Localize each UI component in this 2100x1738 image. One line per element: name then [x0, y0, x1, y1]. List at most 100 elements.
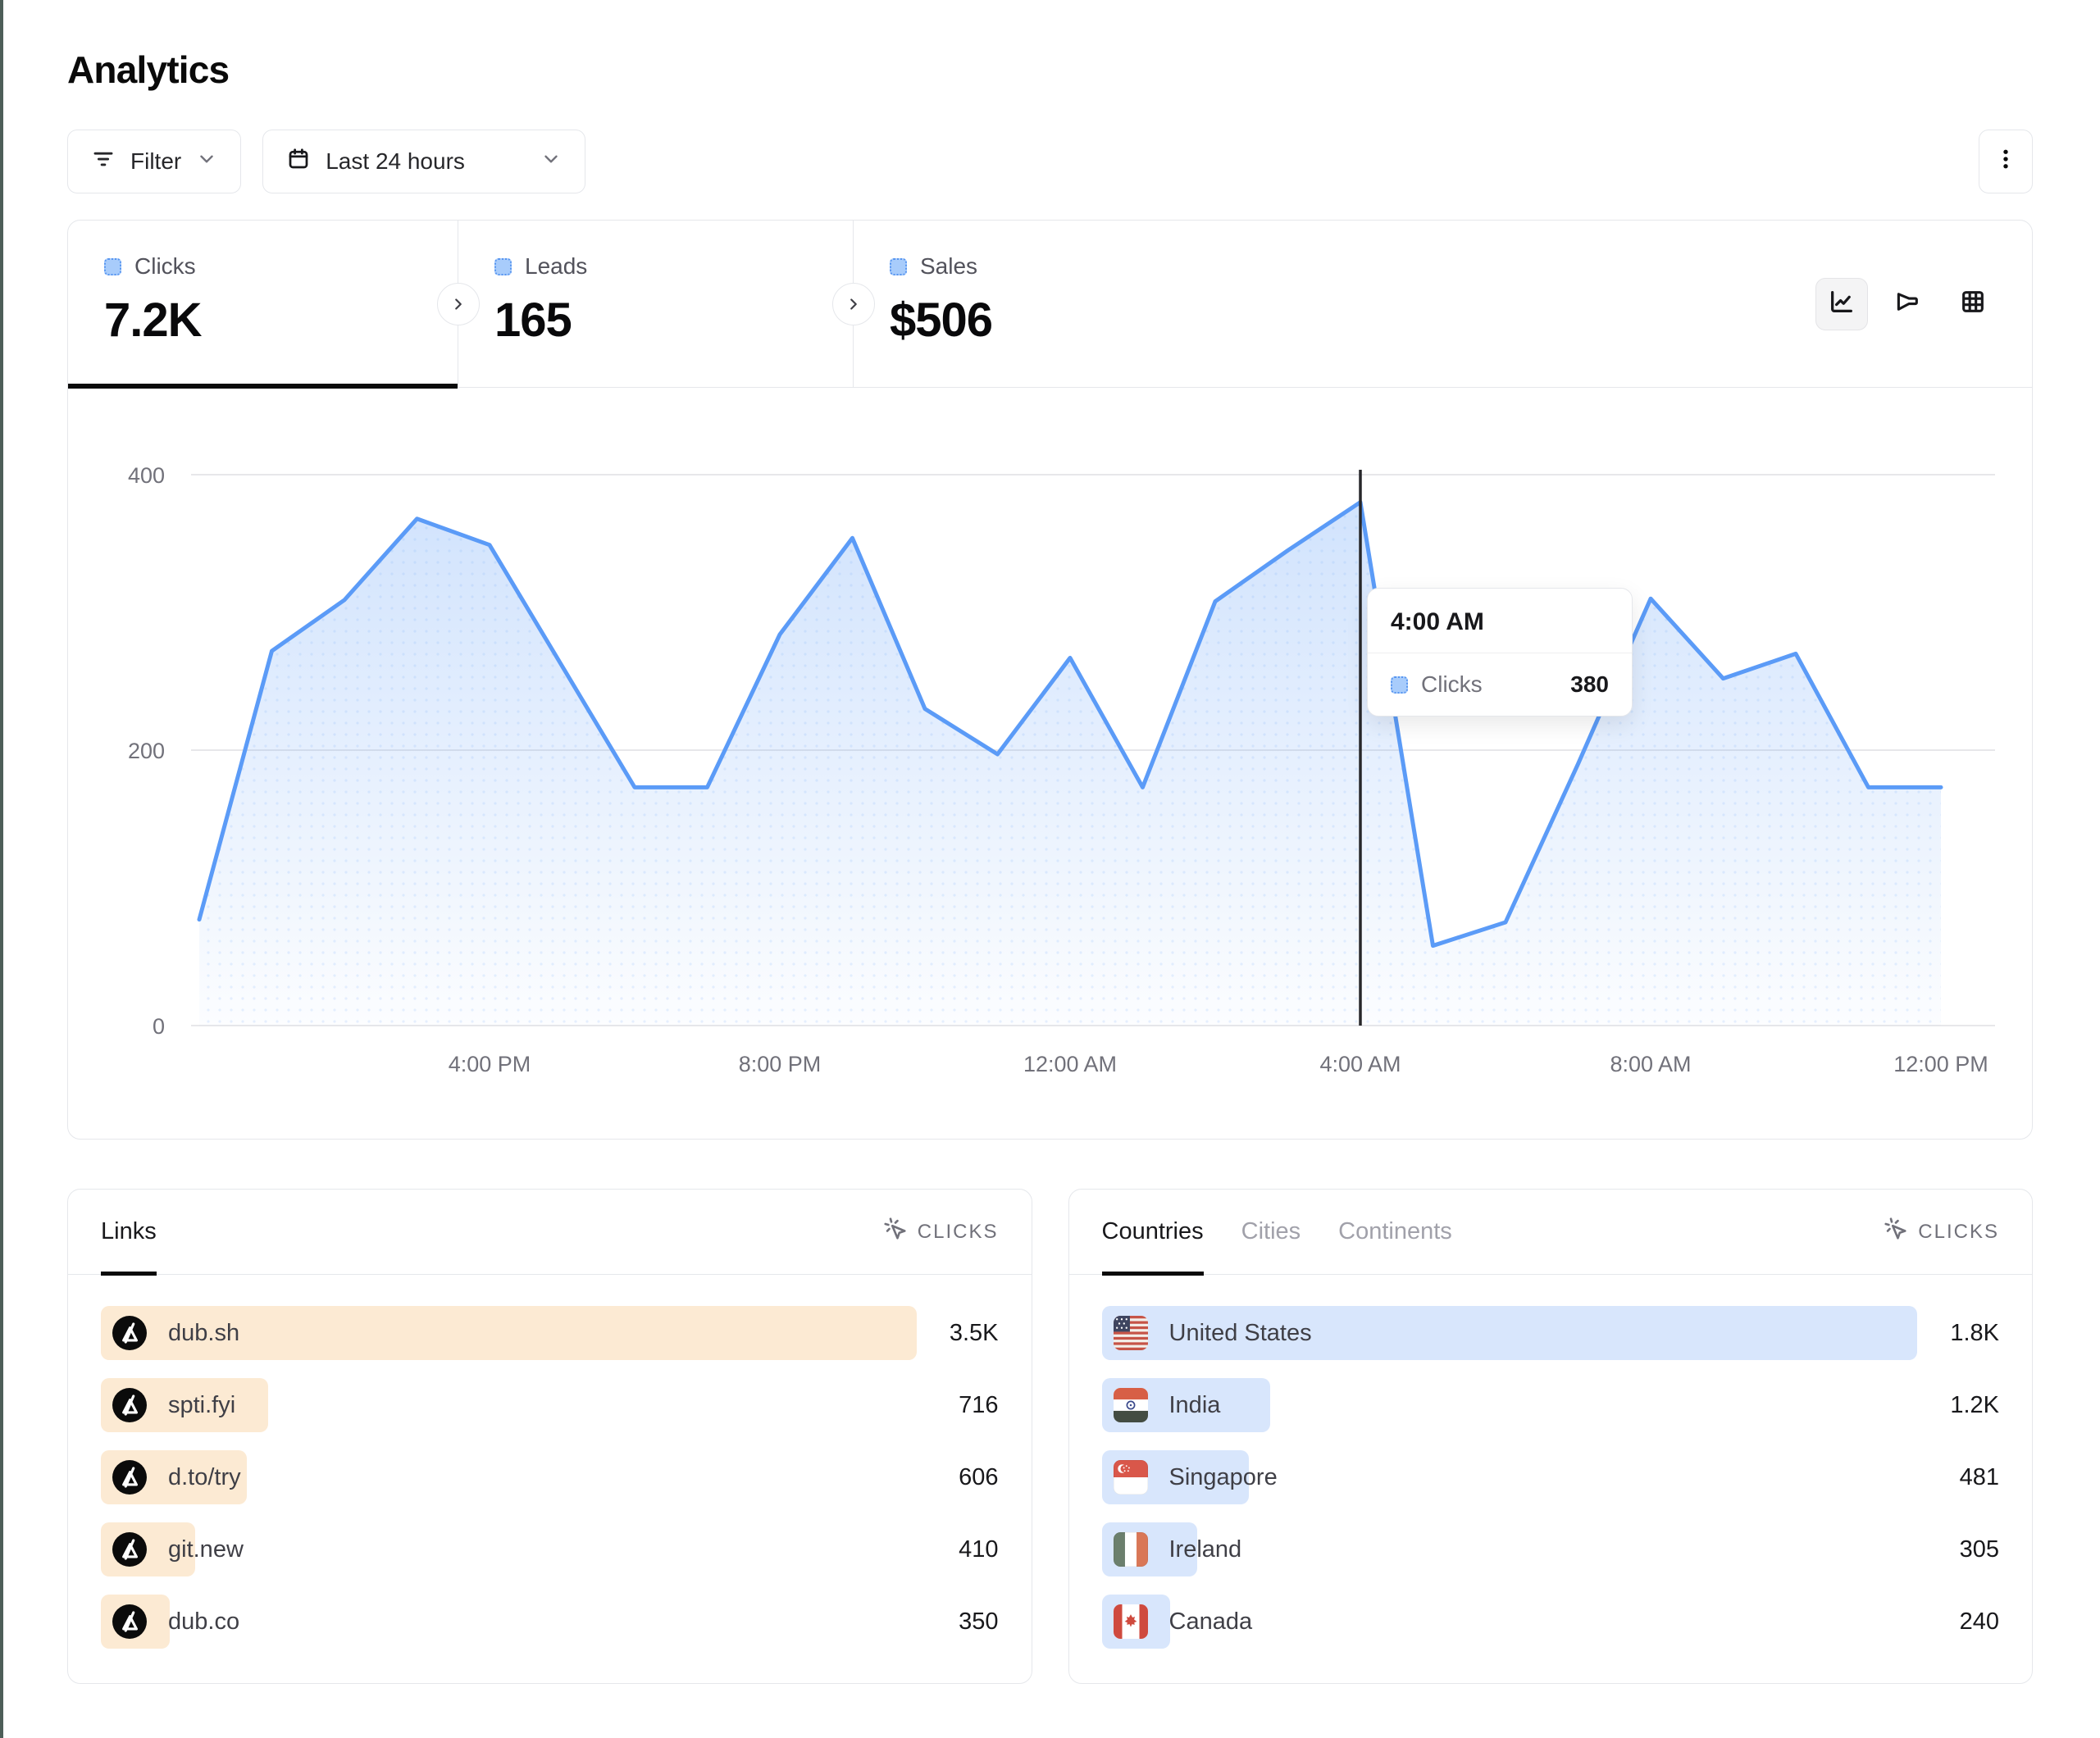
tab-leads[interactable]: Leads 165 — [458, 221, 854, 387]
chart-tooltip: 4:00 AM Clicks 380 — [1367, 588, 1633, 717]
country-row-label: India — [1169, 1392, 1221, 1419]
date-range-button[interactable]: Last 24 hours — [262, 130, 585, 193]
svg-text:0: 0 — [153, 1014, 165, 1039]
link-row-value: 410 — [959, 1536, 998, 1563]
leads-legend-swatch — [494, 258, 512, 275]
country-row-value: 240 — [1960, 1608, 1999, 1636]
link-row[interactable]: dub.sh 3.5K — [101, 1306, 999, 1360]
tooltip-series: Clicks — [1421, 671, 1483, 698]
funnel-chart-icon — [1893, 288, 1921, 320]
stat-label: Sales — [920, 253, 977, 280]
link-row-label: d.to/try — [168, 1464, 241, 1491]
country-row-label: Ireland — [1169, 1536, 1242, 1563]
toolbar: Filter Last 24 hours — [67, 130, 2033, 193]
country-row[interactable]: India 1.2K — [1102, 1378, 2000, 1432]
svg-text:200: 200 — [128, 739, 165, 763]
stats-row: Clicks 7.2K Leads 165 Sales $506 — [68, 221, 2032, 388]
india-flag-icon — [1114, 1388, 1148, 1422]
stat-value: 165 — [494, 293, 853, 348]
stat-label: Leads — [525, 253, 587, 280]
svg-text:12:00 AM: 12:00 AM — [1023, 1052, 1117, 1076]
page-title: Analytics — [67, 48, 2033, 92]
sales-legend-swatch — [890, 258, 907, 275]
chart-view-toggles — [1815, 278, 1999, 330]
line-chart-icon — [1828, 288, 1856, 320]
link-row-value: 716 — [959, 1392, 998, 1419]
svg-text:8:00 AM: 8:00 AM — [1610, 1052, 1691, 1076]
country-row-value: 481 — [1960, 1464, 1999, 1491]
svg-text:4:00 AM: 4:00 AM — [1319, 1052, 1401, 1076]
country-row-value: 305 — [1960, 1536, 1999, 1563]
filter-lines-icon — [91, 147, 116, 177]
link-row[interactable]: spti.fyi 716 — [101, 1378, 999, 1432]
country-row[interactable]: Canada 240 — [1102, 1595, 2000, 1649]
country-row[interactable]: Singapore 481 — [1102, 1450, 2000, 1504]
country-row[interactable]: United States 1.8K — [1102, 1306, 2000, 1360]
expand-leads-button[interactable] — [437, 283, 480, 325]
link-row[interactable]: dub.co 350 — [101, 1595, 999, 1649]
svg-text:12:00 PM: 12:00 PM — [1893, 1052, 1988, 1076]
metric-label: CLICKS — [1918, 1221, 1999, 1244]
more-menu-button[interactable] — [1979, 130, 2033, 193]
countries-metric-header[interactable]: CLICKS — [1884, 1217, 1999, 1247]
links-tab-links[interactable]: Links — [101, 1190, 157, 1274]
calendar-icon — [286, 147, 311, 177]
country-row-label: Singapore — [1169, 1464, 1278, 1491]
dub-logo-icon — [112, 1316, 147, 1350]
links-tabs: Links — [101, 1190, 157, 1274]
us-flag-icon — [1114, 1316, 1148, 1350]
country-row-label: United States — [1169, 1320, 1312, 1347]
countries-tab-cities[interactable]: Cities — [1241, 1190, 1301, 1274]
canada-flag-icon — [1114, 1604, 1148, 1639]
country-row[interactable]: Ireland 305 — [1102, 1522, 2000, 1576]
country-row-value: 1.8K — [1950, 1320, 1999, 1347]
filter-button[interactable]: Filter — [67, 130, 241, 193]
chevron-down-icon — [196, 148, 217, 175]
links-panel: Links CLICKS dub.sh 3.5K spti.fyi 716 d.to/t… — [67, 1189, 1032, 1684]
link-row[interactable]: d.to/try 606 — [101, 1450, 999, 1504]
kebab-menu-icon — [1994, 148, 2017, 176]
country-row-label: Canada — [1169, 1608, 1253, 1636]
tooltip-value: 380 — [1570, 671, 1609, 698]
links-list: dub.sh 3.5K spti.fyi 716 d.to/try 606 git.new 4… — [68, 1275, 1032, 1683]
link-row-value: 606 — [959, 1464, 998, 1491]
dub-logo-icon — [112, 1604, 147, 1639]
countries-panel: Countries Cities Continents CLICKS United … — [1068, 1189, 2034, 1684]
link-row-value: 3.5K — [950, 1320, 999, 1347]
chevron-down-icon — [540, 148, 562, 175]
line-chart-toggle[interactable] — [1815, 278, 1868, 330]
chart-canvas: 02004004:00 PM8:00 PM12:00 AM4:00 AM8:00… — [68, 388, 2031, 1139]
link-row-label: git.new — [168, 1536, 244, 1563]
country-row-value: 1.2K — [1950, 1392, 1999, 1419]
stat-value: 7.2K — [104, 293, 458, 348]
dub-logo-icon — [112, 1460, 147, 1495]
link-row-label: dub.sh — [168, 1320, 239, 1347]
clicks-area-chart[interactable]: 02004004:00 PM8:00 PM12:00 AM4:00 AM8:00… — [68, 388, 2032, 1139]
link-row-value: 350 — [959, 1608, 998, 1636]
link-row[interactable]: git.new 410 — [101, 1522, 999, 1576]
metric-label: CLICKS — [918, 1221, 999, 1244]
countries-tab-countries[interactable]: Countries — [1102, 1190, 1204, 1274]
cursor-click-icon — [1884, 1217, 1908, 1247]
countries-list: United States 1.8K India 1.2K Singapore 481 Ir… — [1069, 1275, 2033, 1683]
cursor-click-icon — [883, 1217, 908, 1247]
table-grid-icon — [1959, 288, 1987, 320]
tooltip-time: 4:00 AM — [1368, 589, 1632, 653]
svg-text:400: 400 — [128, 463, 165, 488]
svg-text:8:00 PM: 8:00 PM — [739, 1052, 822, 1076]
link-row-label: dub.co — [168, 1608, 239, 1636]
clicks-legend-swatch — [104, 258, 121, 275]
tab-clicks[interactable]: Clicks 7.2K — [68, 221, 458, 387]
links-metric-header[interactable]: CLICKS — [883, 1217, 999, 1247]
analytics-card: Clicks 7.2K Leads 165 Sales $506 — [67, 220, 2033, 1140]
expand-sales-button[interactable] — [832, 283, 875, 325]
funnel-chart-toggle[interactable] — [1881, 278, 1934, 330]
link-row-label: spti.fyi — [168, 1392, 235, 1419]
singapore-flag-icon — [1114, 1460, 1148, 1495]
countries-tab-continents[interactable]: Continents — [1338, 1190, 1452, 1274]
table-view-toggle[interactable] — [1947, 278, 1999, 330]
analytics-page: Analytics Filter Last 24 hours — [0, 0, 2100, 1684]
stat-label: Clicks — [134, 253, 196, 280]
filter-button-label: Filter — [130, 148, 181, 175]
dub-logo-icon — [112, 1388, 147, 1422]
